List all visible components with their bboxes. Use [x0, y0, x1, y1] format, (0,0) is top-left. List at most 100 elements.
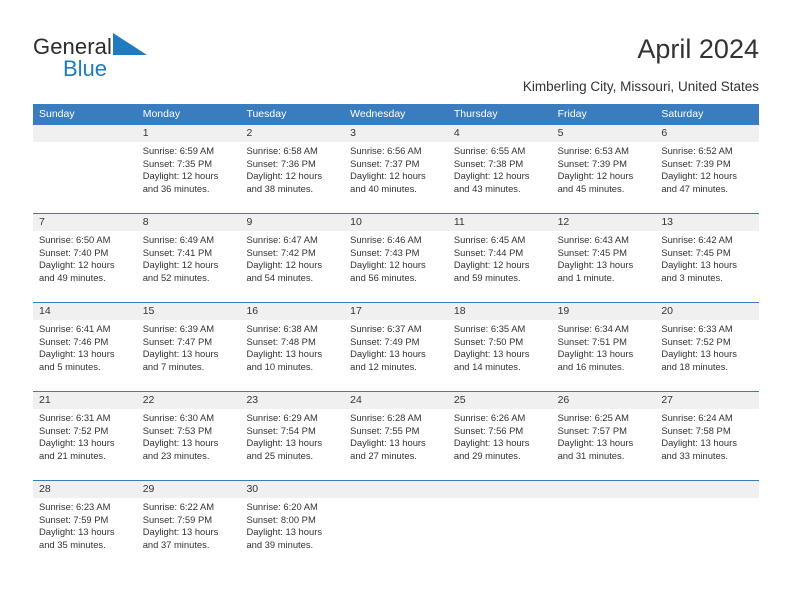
day-cell-empty — [344, 498, 448, 569]
daylight-duration-line2: and 37 minutes. — [142, 538, 210, 550]
week-detail-band: Sunrise: 6:31 AM Sunset: 7:52 PM Daylight:… — [33, 409, 759, 480]
day-number[interactable]: 25 — [448, 392, 552, 409]
day-number-empty — [655, 481, 759, 498]
day-number[interactable]: 24 — [344, 392, 448, 409]
day-number[interactable]: 14 — [33, 303, 137, 320]
day-cell-details[interactable]: Sunrise: 6:20 AM Sunset: 8:00 PM Daylight:… — [240, 498, 344, 569]
day-number-empty — [33, 125, 137, 142]
daylight-duration-line1: Daylight: 12 hours — [453, 259, 530, 271]
daylight-duration-line1: Daylight: 13 hours — [142, 437, 219, 449]
day-cell-details[interactable]: Sunrise: 6:56 AM Sunset: 7:37 PM Daylight:… — [344, 142, 448, 213]
day-number[interactable]: 19 — [552, 303, 656, 320]
day-cell-details[interactable]: Sunrise: 6:59 AM Sunset: 7:35 PM Daylight:… — [137, 142, 241, 213]
sunset-time: Sunset: 7:43 PM — [350, 246, 420, 258]
day-number[interactable]: 10 — [344, 214, 448, 231]
weekday-header-sunday: Sunday — [39, 108, 75, 120]
daylight-duration-line2: and 29 minutes. — [453, 449, 521, 461]
day-number[interactable]: 3 — [344, 125, 448, 142]
day-number[interactable]: 16 — [240, 303, 344, 320]
day-number[interactable]: 28 — [33, 481, 137, 498]
daylight-duration-line1: Daylight: 12 hours — [661, 170, 737, 182]
daylight-duration-line1: Daylight: 13 hours — [39, 348, 115, 360]
sunset-time: Sunset: 7:38 PM — [453, 157, 524, 169]
day-number[interactable]: 13 — [655, 214, 759, 231]
day-cell-details[interactable]: Sunrise: 6:53 AM Sunset: 7:39 PM Daylight:… — [552, 142, 656, 213]
daylight-duration-line2: and 3 minutes. — [661, 271, 723, 283]
day-cell-details[interactable]: Sunrise: 6:45 AM Sunset: 7:44 PM Daylight:… — [448, 231, 552, 302]
day-cell-details[interactable]: Sunrise: 6:28 AM Sunset: 7:55 PM Daylight:… — [344, 409, 448, 480]
day-cell-details[interactable]: Sunrise: 6:58 AM Sunset: 7:36 PM Daylight:… — [240, 142, 344, 213]
sunset-time: Sunset: 7:45 PM — [557, 246, 627, 258]
day-cell-details[interactable]: Sunrise: 6:49 AM Sunset: 7:41 PM Daylight:… — [137, 231, 241, 302]
day-number[interactable]: 27 — [655, 392, 759, 409]
day-number[interactable]: 11 — [448, 214, 552, 231]
day-number[interactable]: 23 — [240, 392, 344, 409]
sunrise-time: Sunrise: 6:42 AM — [661, 234, 733, 245]
week-day-number-band: 14 15 16 17 18 19 20 — [33, 303, 759, 320]
sunrise-time: Sunrise: 6:52 AM — [661, 145, 733, 156]
sunrise-time: Sunrise: 6:26 AM — [453, 412, 526, 423]
day-cell-details[interactable]: Sunrise: 6:30 AM Sunset: 7:53 PM Daylight:… — [137, 409, 241, 480]
day-cell-details[interactable]: Sunrise: 6:50 AM Sunset: 7:40 PM Daylight:… — [33, 231, 137, 302]
daylight-duration-line1: Daylight: 12 hours — [246, 170, 323, 182]
day-cell-details[interactable]: Sunrise: 6:43 AM Sunset: 7:45 PM Daylight:… — [552, 231, 656, 302]
day-number[interactable]: 9 — [240, 214, 344, 231]
day-number[interactable]: 15 — [137, 303, 241, 320]
day-cell-details[interactable]: Sunrise: 6:39 AM Sunset: 7:47 PM Daylight:… — [137, 320, 241, 391]
day-number[interactable]: 2 — [240, 125, 344, 142]
day-cell-details[interactable]: Sunrise: 6:55 AM Sunset: 7:38 PM Daylight:… — [448, 142, 552, 213]
logo-word-blue: Blue — [63, 56, 108, 81]
day-number[interactable]: 6 — [655, 125, 759, 142]
daylight-duration-line2: and 16 minutes. — [557, 360, 625, 372]
day-cell-details[interactable]: Sunrise: 6:23 AM Sunset: 7:59 PM Daylight:… — [33, 498, 137, 569]
day-number[interactable]: 5 — [552, 125, 656, 142]
day-number[interactable]: 1 — [137, 125, 241, 142]
sunrise-time: Sunrise: 6:34 AM — [557, 323, 629, 334]
general-blue-logo[interactable]: General Blue — [33, 33, 233, 85]
day-cell-details[interactable]: Sunrise: 6:52 AM Sunset: 7:39 PM Daylight:… — [655, 142, 759, 213]
daylight-duration-line1: Daylight: 13 hours — [142, 348, 219, 360]
day-cell-details[interactable]: Sunrise: 6:34 AM Sunset: 7:51 PM Daylight:… — [552, 320, 656, 391]
sunrise-time: Sunrise: 6:49 AM — [142, 234, 215, 245]
daylight-duration-line1: Daylight: 13 hours — [39, 437, 115, 449]
day-cell-details[interactable]: Sunrise: 6:24 AM Sunset: 7:58 PM Daylight:… — [655, 409, 759, 480]
day-number[interactable]: 12 — [552, 214, 656, 231]
day-cell-details[interactable]: Sunrise: 6:29 AM Sunset: 7:54 PM Daylight:… — [240, 409, 344, 480]
sunrise-time: Sunrise: 6:56 AM — [350, 145, 422, 156]
day-number[interactable]: 21 — [33, 392, 137, 409]
daylight-duration-line1: Daylight: 12 hours — [453, 170, 530, 182]
day-cell-details[interactable]: Sunrise: 6:41 AM Sunset: 7:46 PM Daylight:… — [33, 320, 137, 391]
day-cell-details[interactable]: Sunrise: 6:42 AM Sunset: 7:45 PM Daylight:… — [655, 231, 759, 302]
day-number[interactable]: 8 — [137, 214, 241, 231]
day-cell-details[interactable]: Sunrise: 6:33 AM Sunset: 7:52 PM Daylight:… — [655, 320, 759, 391]
day-cell-details[interactable]: Sunrise: 6:25 AM Sunset: 7:57 PM Daylight:… — [552, 409, 656, 480]
daylight-duration-line2: and 43 minutes. — [453, 182, 521, 194]
sunrise-time: Sunrise: 6:22 AM — [142, 501, 215, 512]
daylight-duration-line1: Daylight: 12 hours — [39, 259, 115, 271]
day-number[interactable]: 18 — [448, 303, 552, 320]
daylight-duration-line1: Daylight: 12 hours — [246, 259, 323, 271]
day-cell-details[interactable]: Sunrise: 6:37 AM Sunset: 7:49 PM Daylight:… — [344, 320, 448, 391]
day-number[interactable]: 17 — [344, 303, 448, 320]
day-number[interactable]: 30 — [240, 481, 344, 498]
day-cell-details[interactable]: Sunrise: 6:46 AM Sunset: 7:43 PM Daylight:… — [344, 231, 448, 302]
day-number[interactable]: 29 — [137, 481, 241, 498]
calendar-week-row: 28 29 30 Sunrise: 6:23 AM Sunset: 7:59 PM Day… — [33, 480, 759, 569]
day-cell-details[interactable]: Sunrise: 6:47 AM Sunset: 7:42 PM Daylight:… — [240, 231, 344, 302]
daylight-duration-line2: and 1 minute. — [557, 271, 615, 283]
sunrise-time: Sunrise: 6:45 AM — [453, 234, 526, 245]
day-number[interactable]: 22 — [137, 392, 241, 409]
day-cell-details[interactable]: Sunrise: 6:31 AM Sunset: 7:52 PM Daylight:… — [33, 409, 137, 480]
day-cell-details[interactable]: Sunrise: 6:38 AM Sunset: 7:48 PM Daylight:… — [240, 320, 344, 391]
day-cell-details[interactable]: Sunrise: 6:26 AM Sunset: 7:56 PM Daylight:… — [448, 409, 552, 480]
day-number[interactable]: 26 — [552, 392, 656, 409]
sunset-time: Sunset: 7:56 PM — [453, 424, 524, 436]
day-number[interactable]: 7 — [33, 214, 137, 231]
day-number[interactable]: 20 — [655, 303, 759, 320]
sunrise-time: Sunrise: 6:30 AM — [142, 412, 215, 423]
day-number[interactable]: 4 — [448, 125, 552, 142]
day-cell-details[interactable]: Sunrise: 6:35 AM Sunset: 7:50 PM Daylight:… — [448, 320, 552, 391]
daylight-duration-line1: Daylight: 13 hours — [557, 437, 634, 449]
day-cell-details[interactable]: Sunrise: 6:22 AM Sunset: 7:59 PM Daylight:… — [137, 498, 241, 569]
week-day-number-band: 123456 — [33, 125, 759, 142]
